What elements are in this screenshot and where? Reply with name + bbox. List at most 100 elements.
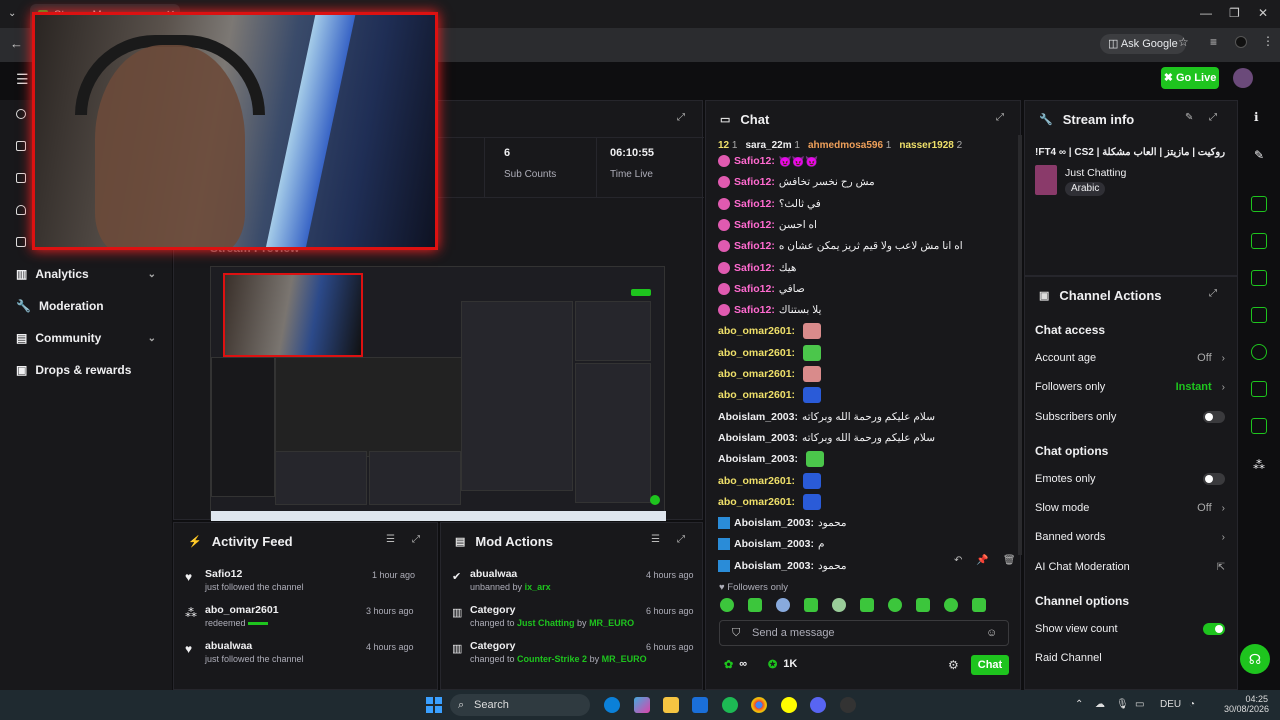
wrench-icon[interactable] [1251, 418, 1267, 434]
chat-username[interactable]: abo_omar2601: [718, 368, 795, 380]
chat-username[interactable]: Aboislam_2003: [734, 538, 814, 550]
chat-message[interactable]: Aboislam_2003: [718, 451, 824, 468]
chat-message[interactable]: Safio12: يلا بستناك [718, 302, 821, 318]
layout-icon[interactable] [16, 173, 26, 183]
store-icon[interactable] [692, 697, 708, 713]
chat-message[interactable]: Aboislam_2003: محمود [718, 558, 847, 574]
battery-icon[interactable]: ▭ [1135, 699, 1144, 710]
ask-google-button[interactable]: ◫ Ask Google [1100, 34, 1186, 54]
expand-icon[interactable]: ⤢ [1209, 112, 1217, 123]
edit-icon[interactable]: ✎ [1185, 112, 1193, 123]
sidebar-item-analytics[interactable]: ▥ Analytics ⌄ [16, 267, 156, 281]
emote-icon[interactable] [944, 598, 958, 612]
ai-chat-moderation-row[interactable]: AI Chat Moderation ⇱ [1035, 557, 1225, 577]
chat-username[interactable]: Safio12: [734, 155, 775, 167]
chat-message[interactable]: Safio12: اه احسن [718, 217, 817, 233]
filter-icon[interactable]: ☰ [386, 534, 395, 545]
bookmark-star-icon[interactable]: ☆ [1178, 35, 1189, 49]
profile-icon[interactable] [1235, 36, 1247, 48]
file-explorer-icon[interactable] [663, 697, 679, 713]
emote-icon[interactable] [888, 598, 902, 612]
chat-message[interactable]: Aboislam_2003: سلام عليكم ورحمة الله وبرك… [718, 430, 935, 446]
obs-icon[interactable] [840, 697, 856, 713]
minimize-icon[interactable]: — [1200, 6, 1212, 20]
category-name[interactable]: Just Chatting [1065, 167, 1126, 179]
sidebar-item-moderation[interactable]: 🔧 Moderation [16, 299, 156, 313]
chat-username[interactable]: Aboislam_2003: [734, 517, 814, 529]
raid-channel-row[interactable]: Raid Channel [1035, 648, 1225, 668]
user-avatar[interactable] [1233, 68, 1253, 88]
mod-action-item[interactable]: ▥ Category changed to Counter-Strike 2 b… [452, 640, 647, 664]
show-view-count-toggle[interactable] [1203, 623, 1225, 635]
chat-username[interactable]: Aboislam_2003: [718, 432, 798, 444]
emote-icon[interactable] [860, 598, 874, 612]
video-icon[interactable] [1251, 196, 1267, 212]
chat-username[interactable]: Aboislam_2003: [718, 453, 798, 465]
discord-icon[interactable] [810, 697, 826, 713]
lightning-icon[interactable] [1251, 233, 1267, 249]
chat-message[interactable]: Safio12: صافي [718, 281, 805, 297]
chat-username[interactable]: Safio12: [734, 283, 775, 295]
filter-icon[interactable]: ☰ [651, 534, 660, 545]
channel-points[interactable]: ✿ ∞ [724, 658, 747, 671]
chat-message[interactable]: Safio12: 😈😈😈 [718, 153, 818, 169]
chat-username[interactable]: Safio12: [734, 198, 775, 210]
chat-message[interactable]: Aboislam_2003: محمود [718, 515, 847, 531]
chat-username[interactable]: Safio12: [734, 219, 775, 231]
reply-icon[interactable]: ↶ [954, 555, 962, 571]
chat-icon[interactable] [1251, 307, 1267, 323]
copilot-icon[interactable] [634, 697, 650, 713]
video-icon[interactable] [16, 237, 26, 247]
windows-start-icon[interactable] [426, 697, 442, 713]
community-icon[interactable]: ⁂ [1253, 458, 1265, 472]
emote-icon[interactable] [972, 598, 986, 612]
chrome-icon[interactable] [751, 697, 767, 713]
subscribers-only-toggle[interactable] [1203, 411, 1225, 423]
expand-icon[interactable]: ⤢ [677, 534, 685, 545]
expand-icon[interactable]: ⤢ [412, 534, 420, 545]
chat-username[interactable]: Aboislam_2003: [718, 411, 798, 423]
mod-action-item[interactable]: ✔ abualwaa unbanned by ix_arx [452, 568, 551, 592]
browser-menu-icon[interactable]: ⋮ [1262, 34, 1274, 48]
chat-message[interactable]: Aboislam_2003: م [718, 536, 824, 552]
chat-message[interactable]: abo_omar2601: [718, 472, 822, 489]
tray-overflow-icon[interactable]: ⌃ [1075, 699, 1083, 710]
edit-icon[interactable]: ✎ [1254, 148, 1264, 162]
chat-message[interactable]: abo_omar2601: [718, 323, 822, 340]
clip-icon[interactable] [1251, 381, 1267, 397]
delete-icon[interactable]: 🗑 [1003, 555, 1016, 571]
banned-words-row[interactable]: Banned words › [1035, 527, 1225, 547]
dashboard-icon[interactable] [16, 109, 26, 119]
expand-icon[interactable]: ⤢ [1209, 288, 1217, 299]
microphone-icon[interactable]: 🎙 [1116, 699, 1129, 710]
stream-preview-video[interactable] [210, 266, 666, 521]
record-icon[interactable] [1251, 344, 1267, 360]
tray-cloud-icon[interactable]: ☁ [1095, 699, 1105, 710]
chat-message[interactable]: abo_omar2601: [718, 366, 822, 382]
activity-item[interactable]: ♥ Safio12 just followed the channel [185, 568, 304, 592]
emote-icon[interactable] [804, 598, 818, 612]
leaderboard-item[interactable]: sara_22m 1 [745, 140, 800, 154]
leaderboard-item[interactable]: nasser1928 2 [899, 140, 962, 154]
taskbar-search[interactable]: ⌕ Search [450, 694, 590, 716]
emote-icon[interactable] [832, 598, 846, 612]
chat-username[interactable]: Safio12: [734, 262, 775, 274]
link-icon[interactable] [16, 141, 26, 151]
reading-list-icon[interactable]: ≡ [1210, 35, 1217, 49]
wifi-icon[interactable]: ◔ [1189, 699, 1195, 710]
chat-username[interactable]: Safio12: [734, 240, 775, 252]
emotes-only-toggle[interactable] [1203, 473, 1225, 485]
hamburger-menu-icon[interactable]: ☰ [16, 71, 29, 88]
mod-action-item[interactable]: ▥ Category changed to Just Chatting by M… [452, 604, 634, 628]
chat-username[interactable]: Safio12: [734, 304, 775, 316]
chat-username[interactable]: abo_omar2601: [718, 496, 795, 508]
chat-username[interactable]: Safio12: [734, 176, 775, 188]
spotify-icon[interactable] [722, 697, 738, 713]
list-icon[interactable] [1251, 270, 1267, 286]
pin-icon[interactable]: 📌 [976, 555, 988, 571]
chat-settings-icon[interactable]: ⚙ [948, 658, 959, 672]
support-icon[interactable]: ☊ [1240, 644, 1270, 674]
activity-item[interactable]: ♥ abualwaa just followed the channel [185, 640, 304, 664]
leaderboard-item[interactable]: 12 1 [718, 140, 737, 154]
chat-scrollbar[interactable] [1018, 135, 1022, 555]
